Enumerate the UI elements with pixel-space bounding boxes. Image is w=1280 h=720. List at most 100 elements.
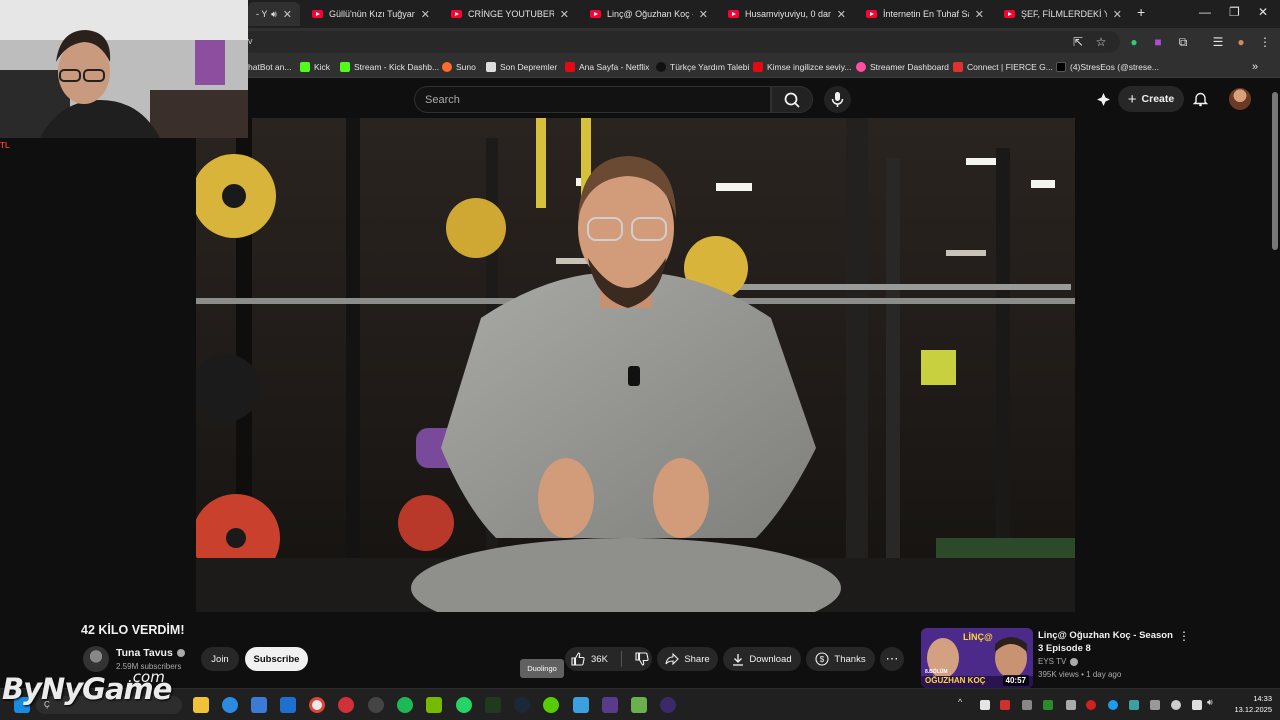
volume-icon[interactable]: 🔊︎ (1207, 697, 1217, 707)
network-icon[interactable] (1192, 700, 1202, 710)
extensions-puzzle-icon[interactable]: ⧉ (1176, 35, 1190, 49)
download-button[interactable]: Download (723, 647, 801, 671)
tray-app-icon[interactable] (1129, 700, 1139, 710)
system-clock[interactable]: 14:33 13.12.2025 (1222, 693, 1272, 715)
channel-name-row[interactable]: Tuna Tavus (116, 647, 185, 659)
tray-app-icon[interactable] (1150, 700, 1160, 710)
recommended-title[interactable]: Linç@ Oğuzhan Koç - Season 3 Episode 8 (1038, 629, 1178, 655)
install-app-icon[interactable]: ⇱ (1071, 35, 1085, 49)
tab-close-icon[interactable]: ✕ (560, 8, 569, 21)
app-icon[interactable] (602, 697, 618, 713)
create-button[interactable]: + Create (1118, 86, 1184, 112)
extension-purple-icon[interactable]: ■ (1151, 35, 1165, 49)
outlook-icon[interactable] (280, 697, 296, 713)
more-bookmarks-icon[interactable]: » (1252, 60, 1258, 74)
premium-sparkle-icon[interactable] (1096, 92, 1111, 107)
tray-app-icon[interactable] (1043, 700, 1053, 710)
bookmark-item[interactable]: hatBot an... (248, 60, 291, 74)
youtube-favicon-icon (312, 10, 323, 18)
recommended-thumbnail[interactable]: LİNÇ@ 8.BÖLÜM OĞUZHAN KOÇ 40:57 (921, 628, 1033, 688)
search-button[interactable] (771, 86, 813, 113)
close-window-button[interactable]: ✕ (1258, 5, 1268, 19)
omnibox[interactable]: v (240, 31, 1120, 53)
bookmark-item[interactable]: Suno (442, 60, 476, 74)
tray-app-icon[interactable] (1108, 700, 1118, 710)
tray-app-icon[interactable] (1086, 700, 1096, 710)
bookmark-item[interactable]: Türkçe Yardım Talebi (656, 60, 749, 74)
search-input[interactable]: Search (414, 86, 771, 113)
minimize-button[interactable]: — (1199, 5, 1211, 19)
app-icon[interactable] (660, 697, 676, 713)
edge-icon[interactable] (222, 697, 238, 713)
microphone-tray-icon[interactable] (1171, 700, 1181, 710)
opera-icon[interactable] (338, 697, 354, 713)
tab-search-icon[interactable]: ☰ (1211, 35, 1225, 49)
extension-shield-icon[interactable]: ● (1127, 35, 1141, 49)
browser-menu-icon[interactable]: ⋮ (1258, 35, 1272, 49)
minecraft-icon[interactable] (631, 697, 647, 713)
recommended-menu-icon[interactable]: ⋮ (1178, 629, 1190, 643)
whatsapp-icon[interactable] (456, 697, 472, 713)
file-explorer-icon[interactable] (193, 697, 209, 713)
tab[interactable]: Linç@ Oğuzhan Koç - Sea ✕ (582, 2, 716, 26)
tab[interactable]: İnternetin En Tuhaf Savaş ✕ (858, 2, 992, 26)
tray-app-icon[interactable] (1066, 700, 1076, 710)
store-icon[interactable] (251, 697, 267, 713)
tab-close-icon[interactable]: ✕ (1113, 8, 1122, 21)
join-button[interactable]: Join (201, 647, 239, 671)
subscribe-button[interactable]: Subscribe (245, 647, 308, 671)
bookmark-item[interactable]: Stream - Kick Dashb... (340, 60, 439, 74)
bookmark-item[interactable]: (4)StresEos (@strese... (1056, 60, 1159, 74)
tab-close-icon[interactable]: ✕ (975, 8, 984, 21)
terminal-icon[interactable] (485, 697, 501, 713)
channel-avatar[interactable] (83, 646, 109, 672)
fierce-icon (953, 62, 963, 72)
tab-close-icon[interactable]: ✕ (837, 8, 846, 21)
bookmark-item[interactable]: Ana Sayfa - Netflix (565, 60, 649, 74)
steam-icon[interactable] (514, 697, 530, 713)
duolingo-icon[interactable] (543, 697, 559, 713)
page-scrollbar-thumb[interactable] (1272, 92, 1278, 250)
video-player[interactable] (196, 118, 1075, 612)
voice-search-button[interactable] (824, 86, 851, 113)
tab-close-icon[interactable]: ✕ (283, 8, 292, 21)
thanks-label: Thanks (834, 653, 866, 665)
speaker-icon[interactable]: 🔊︎ (271, 9, 277, 20)
maximize-button[interactable]: ❐ (1229, 5, 1240, 19)
more-horizontal-icon: ⋯ (885, 651, 899, 666)
more-actions-button[interactable]: ⋯ (880, 647, 904, 671)
tab[interactable]: Husamviyuviyu, 0 dan na ✕ (720, 2, 854, 26)
bookmark-item[interactable]: Connect | FIERCE G... (953, 60, 1053, 74)
tab[interactable]: Güllü'nün Kızı Tuğyan Tut ✕ (304, 2, 438, 26)
new-tab-button[interactable]: + (1137, 4, 1145, 20)
like-button[interactable]: 36K (571, 652, 608, 666)
bookmark-label: Suno (456, 62, 476, 72)
share-button[interactable]: Share (657, 647, 718, 671)
obs-icon[interactable] (368, 697, 384, 713)
profile-avatar-icon[interactable]: ● (1234, 35, 1248, 49)
thumbs-down-icon[interactable] (635, 652, 649, 666)
tab-close-icon[interactable]: ✕ (421, 8, 430, 21)
notification-bell-icon[interactable] (1193, 91, 1208, 107)
tab[interactable]: ŞEF, FİLMLERDEKİ YEMEK ✕ (996, 2, 1130, 26)
bookmark-item[interactable]: Son Depremler (486, 60, 557, 74)
bookmark-star-icon[interactable]: ☆ (1094, 35, 1108, 49)
spotify-icon[interactable] (397, 697, 413, 713)
tray-app-icon[interactable] (980, 700, 990, 710)
tray-app-icon[interactable] (1000, 700, 1010, 710)
bookmark-item[interactable]: Kick (300, 60, 330, 74)
bookmark-item[interactable]: Kimse ingilizce seviy... (753, 60, 851, 74)
tray-overflow-icon[interactable]: ^ (958, 697, 968, 707)
user-avatar[interactable] (1229, 88, 1251, 110)
nvidia-icon[interactable] (426, 697, 442, 713)
thanks-button[interactable]: $ Thanks (806, 647, 875, 671)
tab[interactable]: CRİNGE YOUTUBER WATT ✕ (443, 2, 577, 26)
app-icon[interactable] (573, 697, 589, 713)
tab-close-icon[interactable]: ✕ (699, 8, 708, 21)
tab-active[interactable]: - Yo 🔊︎ ✕ (248, 2, 300, 26)
tray-app-icon[interactable] (1022, 700, 1032, 710)
bookmark-item[interactable]: Streamer Dashboard (856, 60, 949, 74)
chrome-icon[interactable] (309, 697, 325, 713)
recommended-channel-row[interactable]: EYS TV (1038, 657, 1079, 666)
bookmark-label: hatBot an... (248, 62, 292, 72)
